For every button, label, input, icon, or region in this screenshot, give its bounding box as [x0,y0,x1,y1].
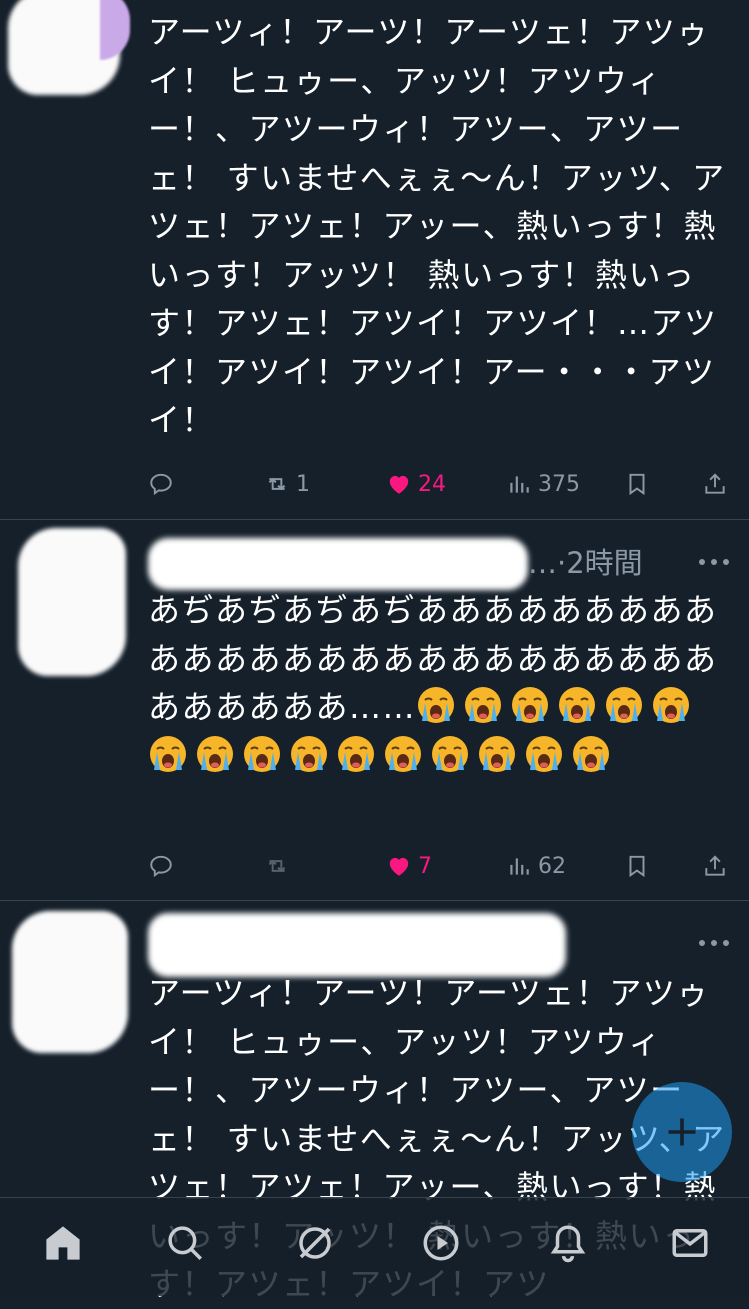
more-icon [699,940,705,946]
loudly-crying-face-icon [385,735,421,772]
share-icon [705,855,725,876]
tweet-actions: 7 62 [148,846,733,886]
loudly-crying-face-icon [479,735,515,772]
reply-button[interactable] [148,464,174,504]
bookmark-icon [629,473,645,496]
compose-button[interactable] [632,1082,732,1182]
loudly-crying-face-icon [197,735,233,772]
loudly-crying-face-icon [526,735,562,772]
like-button[interactable]: 24 [386,464,446,504]
tweet-text: アーツィ！アーツ！アーツェ！アツゥイ！ ヒュゥー、アッツ！アツウィー！、アツーウ… [148,13,726,439]
timeline-feed: アーツィ！アーツ！アーツェ！アツゥイ！ ヒュゥー、アッツ！アツウィー！、アツーウ… [0,0,749,1303]
communities-icon [299,1227,331,1259]
notifications-icon [550,1225,586,1263]
loudly-crying-face-icon [418,687,455,723]
home-icon [46,1226,80,1260]
views-icon [510,476,529,493]
retweet-button[interactable] [264,846,290,886]
nav-communities[interactable] [292,1220,338,1266]
share-button[interactable] [702,464,728,504]
search-icon [168,1226,202,1260]
loudly-crying-face-icon [573,735,609,772]
author-name[interactable] [148,538,528,590]
loudly-crying-face-icon [291,735,327,772]
retweet-button[interactable]: 1 [264,464,310,504]
spaces-icon [423,1225,459,1261]
loudly-crying-face-icon [653,687,690,723]
avatar-edge [100,0,130,60]
nav-messages[interactable] [667,1220,713,1266]
loudly-crying-face-icon [606,687,643,723]
nav-notifications[interactable] [545,1220,591,1266]
more-icon [699,559,705,565]
bookmark-button[interactable] [624,846,650,886]
retweet-count: 1 [296,471,310,497]
views-count: 62 [538,853,566,879]
loudly-crying-face-icon [559,687,596,723]
nav-search[interactable] [162,1220,208,1266]
reply-icon [150,473,172,496]
retweet-icon [268,477,286,491]
like-count: 24 [418,471,446,497]
tweet-actions: 1 24 375 [148,464,733,504]
tweet-timestamp[interactable]: …·2時間 [528,540,643,582]
more-options-button[interactable] [699,558,729,566]
tweet[interactable]: …·2時間 あぢあぢあぢあぢああああああああああああああああああああああああああ… [0,520,749,901]
like-count: 7 [418,853,432,879]
heart-icon [389,475,409,494]
reply-button[interactable] [148,846,174,886]
views-button[interactable]: 375 [506,464,580,504]
nav-spaces[interactable] [418,1220,464,1266]
loudly-crying-face-icon [338,735,374,772]
loudly-crying-face-icon [512,687,549,723]
loudly-crying-face-icon [244,735,280,772]
bookmark-icon [629,855,645,878]
share-button[interactable] [702,846,728,886]
bookmark-button[interactable] [624,464,650,504]
views-button[interactable]: 62 [506,846,566,886]
avatar[interactable] [18,528,126,676]
retweet-icon [268,859,286,873]
views-icon [510,858,529,875]
tweet[interactable]: アーツィ！アーツ！アーツェ！アツゥイ！ ヒュゥー、アッツ！アツウィー！、アツーウ… [0,0,749,520]
nav-home[interactable] [40,1220,86,1266]
avatar[interactable] [12,911,128,1053]
heart-icon [389,857,409,876]
loudly-crying-face-icon [432,735,468,772]
share-icon [705,473,725,494]
more-options-button[interactable] [699,939,729,947]
tweet-text: あぢあぢあぢあぢああああああああああああああああああああああああああああああああ… [148,586,728,780]
compose-icon [668,1118,696,1146]
bottom-navigation [0,1197,749,1296]
loudly-crying-face-icon [150,735,186,772]
author-name[interactable] [148,913,566,977]
loudly-crying-face-icon [465,687,502,723]
reply-icon [150,855,172,878]
views-count: 375 [538,471,580,497]
messages-icon [672,1229,708,1257]
like-button[interactable]: 7 [386,846,432,886]
